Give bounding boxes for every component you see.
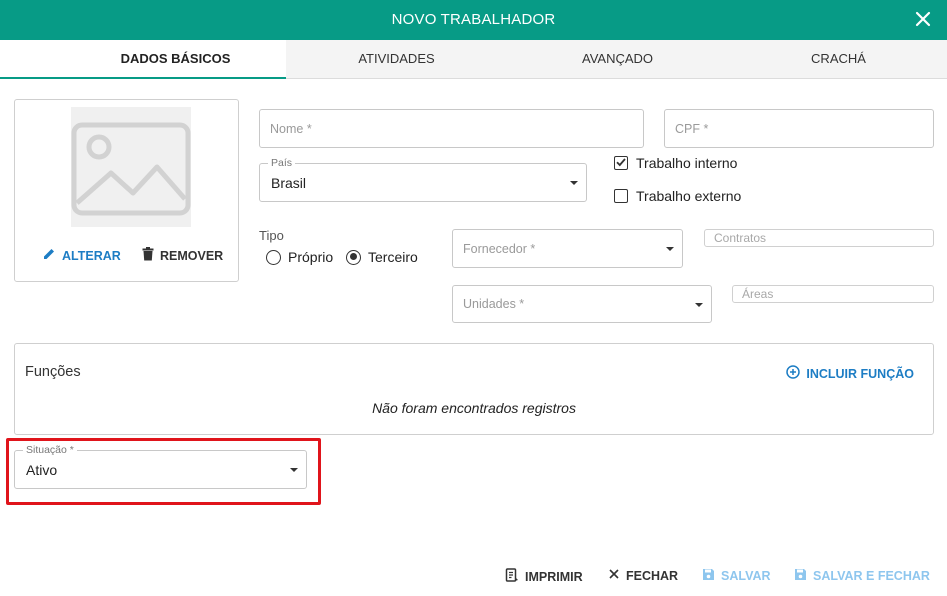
fechar-label: FECHAR <box>626 568 679 583</box>
salvar-e-fechar-button[interactable]: SALVAR E FECHAR <box>794 568 930 584</box>
trash-icon <box>142 247 154 264</box>
fornecedor-select[interactable]: Fornecedor * <box>452 229 683 268</box>
checkbox-checked-icon <box>614 156 628 170</box>
situacao-select[interactable]: Situação * Ativo <box>14 444 307 489</box>
checkbox-unchecked-icon <box>614 189 628 203</box>
tipo-label: Tipo <box>259 228 284 243</box>
alter-photo-button[interactable]: ALTERAR <box>42 247 121 264</box>
cpf-placeholder: CPF * <box>675 122 709 136</box>
incluir-funcao-label: INCLUIR FUNÇÃO <box>806 366 914 381</box>
chevron-down-icon <box>570 181 578 185</box>
radio-unselected-icon <box>266 249 281 265</box>
print-icon <box>505 568 519 585</box>
image-icon <box>71 107 191 227</box>
dialog-header: NOVO TRABALHADOR <box>0 0 947 40</box>
tab-active-indicator <box>0 40 65 79</box>
close-icon[interactable] <box>913 9 933 29</box>
trabalho-interno-checkbox[interactable]: Trabalho interno <box>614 155 737 171</box>
tipo-terceiro-label: Terceiro <box>368 249 418 265</box>
chevron-down-icon <box>290 468 298 472</box>
save-icon <box>702 568 715 584</box>
pais-select[interactable]: País Brasil <box>259 157 587 202</box>
chevron-down-icon <box>695 303 703 307</box>
radio-selected-icon <box>346 249 361 265</box>
pais-value: Brasil <box>271 175 307 191</box>
incluir-funcao-button[interactable]: INCLUIR FUNÇÃO <box>786 365 914 382</box>
contratos-placeholder: Contratos <box>714 231 767 245</box>
areas-field[interactable]: Áreas <box>732 285 934 303</box>
tab-bar: DADOS BÁSICOS ATIVIDADES AVANÇADO CRACHÁ <box>0 40 947 79</box>
alter-photo-label: ALTERAR <box>62 248 121 263</box>
tab-avancado[interactable]: AVANÇADO <box>507 40 728 79</box>
situacao-label: Situação * <box>23 444 77 456</box>
situacao-value: Ativo <box>26 462 58 478</box>
funcoes-card: Funções INCLUIR FUNÇÃO Não foram encontr… <box>14 343 934 435</box>
tab-dados-basicos[interactable]: DADOS BÁSICOS <box>65 40 286 79</box>
unidades-select[interactable]: Unidades * <box>452 285 712 323</box>
add-circle-icon <box>786 365 801 382</box>
salvar-label: SALVAR <box>721 569 771 583</box>
pencil-icon <box>42 247 56 264</box>
close-icon <box>608 568 620 583</box>
pais-label: País <box>268 157 296 169</box>
dialog-title: NOVO TRABALHADOR <box>391 11 556 28</box>
unidades-placeholder: Unidades * <box>463 297 525 311</box>
nome-placeholder: Nome * <box>270 122 312 136</box>
photo-card: ALTERAR REMOVER <box>14 99 239 282</box>
tipo-proprio-label: Próprio <box>288 249 334 265</box>
remove-photo-label: REMOVER <box>160 248 224 263</box>
cpf-field[interactable]: CPF * <box>664 109 934 148</box>
save-icon <box>794 568 807 584</box>
funcoes-empty-message: Não foram encontrados registros <box>372 400 576 416</box>
tipo-radio-proprio[interactable]: Próprio <box>266 249 333 265</box>
fechar-button[interactable]: FECHAR <box>608 568 678 583</box>
tab-atividades[interactable]: ATIVIDADES <box>286 40 507 79</box>
salvar-e-fechar-label: SALVAR E FECHAR <box>813 569 930 583</box>
salvar-button[interactable]: SALVAR <box>702 568 771 584</box>
contratos-field[interactable]: Contratos <box>704 229 934 247</box>
trabalho-externo-checkbox[interactable]: Trabalho externo <box>614 188 741 204</box>
chevron-down-icon <box>666 247 674 251</box>
nome-field[interactable]: Nome * <box>259 109 644 148</box>
funcoes-title: Funções <box>25 364 81 380</box>
tab-cracha[interactable]: CRACHÁ <box>728 40 947 79</box>
imprimir-button[interactable]: IMPRIMIR <box>505 568 583 585</box>
fornecedor-placeholder: Fornecedor * <box>463 242 536 256</box>
imprimir-label: IMPRIMIR <box>525 569 583 584</box>
trabalho-interno-label: Trabalho interno <box>636 155 738 171</box>
tipo-radio-terceiro[interactable]: Terceiro <box>346 249 418 265</box>
trabalho-externo-label: Trabalho externo <box>636 188 742 204</box>
areas-placeholder: Áreas <box>742 287 774 301</box>
remove-photo-button[interactable]: REMOVER <box>142 247 223 264</box>
